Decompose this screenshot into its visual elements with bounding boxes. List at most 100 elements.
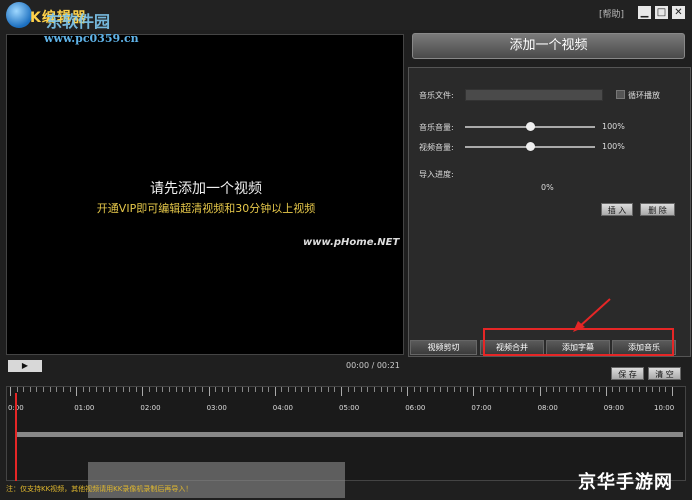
ruler-tick: [215, 387, 217, 392]
ruler-tick: [228, 387, 230, 392]
ruler-tick: [632, 387, 634, 392]
ruler-tick: [96, 387, 98, 392]
music-volume-label: 音乐音量:: [419, 123, 454, 132]
playhead[interactable]: [15, 393, 17, 481]
timeline-track[interactable]: [15, 432, 683, 437]
insert-button[interactable]: 插 入: [601, 203, 633, 216]
ruler-tick: [566, 387, 568, 392]
ruler-tick: [625, 387, 627, 392]
ruler-tick: [486, 387, 488, 392]
minimize-button[interactable]: ▁: [638, 6, 651, 19]
ruler-tick: [49, 387, 51, 392]
ruler-tick: [129, 387, 131, 392]
ruler-tick: [513, 387, 515, 392]
ruler-tick: [658, 387, 660, 392]
ruler-tick: [427, 387, 429, 392]
ruler-tick: [56, 387, 58, 392]
play-button[interactable]: ▶: [8, 360, 42, 372]
ruler-tick-label: 05:00: [339, 404, 360, 412]
ruler-tick: [605, 387, 607, 396]
music-volume-slider[interactable]: [465, 122, 595, 131]
watermark-top: 东软件园: [46, 12, 111, 31]
ruler-tick: [374, 387, 376, 392]
tab-video-cut[interactable]: 视频剪切: [410, 340, 477, 355]
delete-button[interactable]: 删 除: [640, 203, 675, 216]
ruler-tick: [208, 387, 210, 396]
ruler-tick: [122, 387, 124, 392]
video-volume-slider[interactable]: [465, 142, 595, 151]
ruler-tick-label: 02:00: [140, 404, 161, 412]
music-volume-knob[interactable]: [526, 122, 535, 131]
ruler-tick: [294, 387, 296, 392]
ruler-tick: [235, 387, 237, 392]
clear-button[interactable]: 清 空: [648, 367, 681, 380]
playback-time: 00:00 / 00:21: [346, 361, 400, 370]
ruler-tick-label: 01:00: [74, 404, 95, 412]
ruler-tick: [321, 387, 323, 392]
ruler-tick: [102, 387, 104, 392]
ruler-tick: [638, 387, 640, 392]
ruler-tick: [314, 387, 316, 392]
ruler-tick: [665, 387, 667, 392]
ruler-tick: [341, 387, 342, 396]
watermark-bottom: 京华手游网: [578, 472, 673, 493]
ruler-tick: [546, 387, 548, 392]
ruler-tick: [288, 387, 290, 392]
ruler-tick: [175, 387, 177, 392]
import-progress-value: 0%: [541, 183, 554, 192]
ruler-tick: [10, 387, 11, 396]
ruler-tick: [526, 387, 528, 392]
app-logo-icon: [6, 2, 32, 28]
vip-promo-text[interactable]: 开通VIP即可编辑超清视频和30分钟以上视频: [7, 200, 405, 216]
ruler-tick: [76, 387, 78, 396]
save-button[interactable]: 保 存: [611, 367, 644, 380]
ruler-tick: [446, 387, 448, 392]
ruler-tick: [592, 387, 594, 392]
music-file-input[interactable]: [465, 89, 603, 101]
ruler-tick: [149, 387, 151, 392]
video-volume-value: 100%: [602, 142, 625, 151]
ruler-tick: [420, 387, 422, 392]
add-video-button[interactable]: 添加一个视频: [412, 33, 685, 59]
ruler-tick-label: 09:00: [603, 404, 624, 412]
ruler-tick: [162, 387, 164, 392]
ruler-tick: [16, 387, 18, 392]
ruler-tick: [82, 387, 84, 392]
ruler-tick: [36, 387, 38, 392]
ruler-tick: [652, 387, 654, 392]
ruler-tick: [281, 387, 283, 392]
ruler-tick: [221, 387, 223, 392]
ruler-tick: [69, 387, 71, 392]
timeline-ruler[interactable]: 0:0001:0002:0003:0004:0005:0006:0007:000…: [7, 387, 687, 413]
ruler-tick: [387, 387, 389, 392]
ruler-tick: [400, 387, 402, 392]
loop-checkbox[interactable]: [616, 90, 625, 99]
ruler-tick: [572, 387, 574, 392]
loop-label: 循环播放: [628, 91, 660, 100]
music-panel: 音乐文件: 循环播放 音乐音量: 100% 视频音量: 100% 导入进度: 0…: [408, 67, 691, 357]
ruler-tick: [109, 387, 111, 392]
ruler-tick: [201, 387, 203, 392]
ruler-tick: [195, 387, 197, 392]
footer-note: 注：仅支持KK视频，其他视频请用KK录像机录制后再导入！: [6, 485, 193, 493]
ruler-tick: [142, 387, 144, 396]
ruler-tick-label: 07:00: [471, 404, 492, 412]
ruler-tick: [453, 387, 455, 392]
help-link[interactable]: [帮助]: [599, 7, 624, 20]
video-volume-knob[interactable]: [526, 142, 535, 151]
ruler-tick: [499, 387, 501, 392]
ruler-tick: [393, 387, 395, 392]
ruler-tick: [188, 387, 190, 392]
close-button[interactable]: ✕: [672, 6, 685, 19]
ruler-tick: [334, 387, 336, 392]
ruler-tick-label: 08:00: [537, 404, 558, 412]
ruler-tick: [493, 387, 495, 392]
ruler-tick: [254, 387, 256, 392]
ruler-tick: [433, 387, 435, 392]
ruler-tick: [473, 387, 475, 396]
ruler-tick: [407, 387, 409, 396]
video-preview: 请先添加一个视频 开通VIP即可编辑超清视频和30分钟以上视频 www.pHom…: [6, 34, 404, 355]
music-volume-value: 100%: [602, 122, 625, 131]
ruler-tick-label: 04:00: [272, 404, 293, 412]
maximize-button[interactable]: □: [655, 6, 668, 19]
